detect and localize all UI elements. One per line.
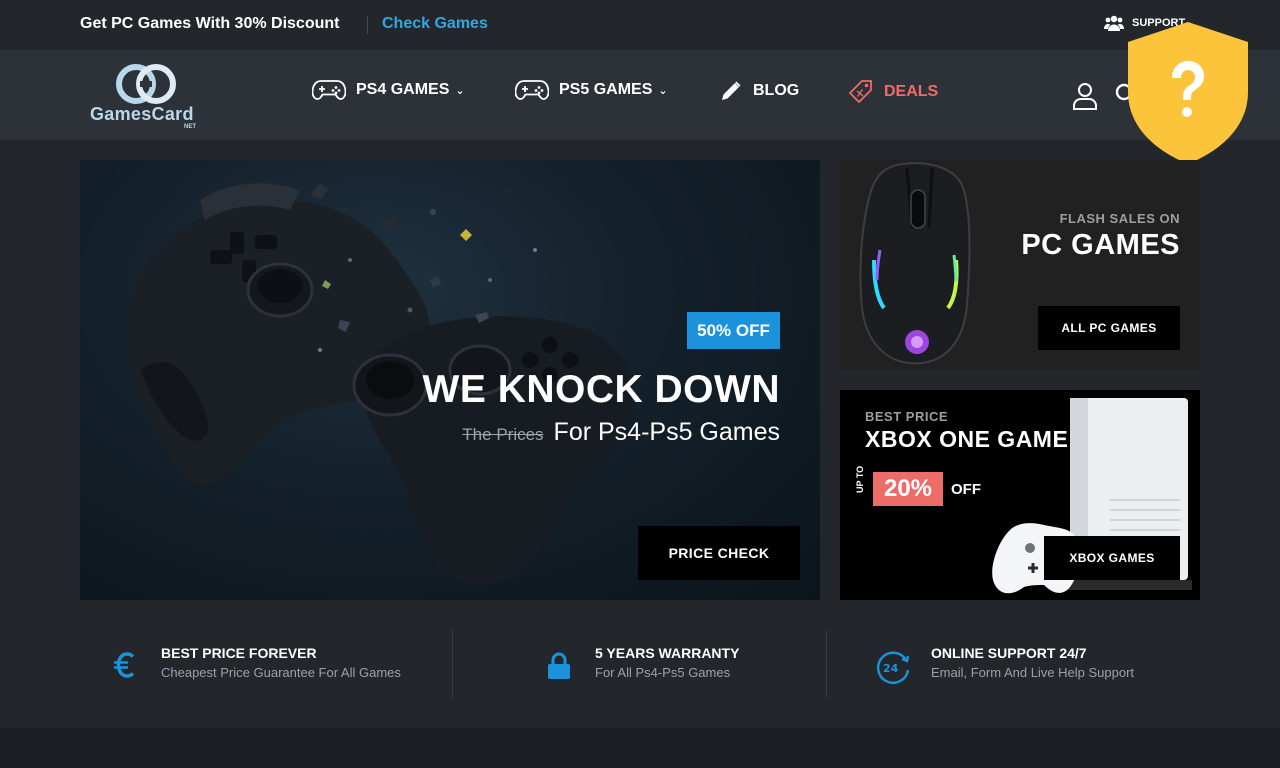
logo-text: GamesCard [90,104,194,124]
feature-title: ONLINE SUPPORT 24/7 [931,645,1087,661]
xbox-title: XBOX ONE GAME [865,426,1069,452]
best-price-label: BEST PRICE [865,409,949,424]
logo-mark-icon [116,64,176,104]
xbox-discount-percent: 20% [873,472,943,506]
nav-label: PS4 GAMES [356,81,450,98]
chevron-down-icon: ⌄ [658,84,668,97]
gamepad-icon [312,80,346,100]
nav-label: DEALS [884,83,939,100]
main-header: GamesCard NET PS4 GAMES ⌄ PS5 GAMES ⌄ BL… [0,50,1280,140]
footer-strip [0,728,1280,768]
price-check-button[interactable]: PRICE CHECK [638,526,800,580]
nav-ps4-games[interactable]: PS4 GAMES ⌄ [312,79,465,101]
promo-text: Get PC Games With 30% Discount [80,15,340,32]
pencil-icon [722,81,741,100]
hero-strike-text: The Prices [462,425,544,444]
feature-best-price: BEST PRICE FOREVER Cheapest Price Guaran… [80,630,452,698]
check-games-link[interactable]: Check Games [382,15,488,33]
discount-badge: 50% OFF [687,312,780,349]
nav-deals[interactable]: DEALS [848,79,938,105]
help-shield-icon[interactable] [1126,20,1250,166]
gaming-mouse-image [859,162,971,365]
gamepad-icon [515,80,549,100]
euro-icon [114,652,135,678]
nav-ps5-games[interactable]: PS5 GAMES ⌄ [515,79,668,101]
flash-sales-label: FLASH SALES ON [1059,211,1180,226]
tag-icon [848,80,872,104]
all-pc-games-button[interactable]: ALL PC GAMES [1038,306,1180,350]
site-logo[interactable]: GamesCard NET [88,64,208,130]
feature-desc: Email, Form And Live Help Support [931,665,1135,680]
logo-suffix: NET [184,124,196,130]
pc-games-banner[interactable]: FLASH SALES ON PC GAMES ALL PC GAMES [840,160,1200,370]
hero-subtitle-text: For Ps4-Ps5 Games [553,418,780,446]
feature-title: 5 YEARS WARRANTY [595,645,740,661]
features-strip: BEST PRICE FOREVER Cheapest Price Guaran… [80,630,1200,698]
hero-subtitle: The Prices For Ps4-Ps5 Games [462,418,780,447]
svg-text:24: 24 [883,662,899,675]
feature-desc: For All Ps4-Ps5 Games [595,665,731,680]
xbox-games-button[interactable]: XBOX GAMES [1044,536,1180,580]
support-24-icon: 24 [876,651,910,684]
xbox-banner[interactable]: BEST PRICE XBOX ONE GAME UP TO 20% OFF X… [840,390,1200,600]
top-bar: Get PC Games With 30% Discount Check Gam… [0,0,1280,50]
pc-games-title: PC GAMES [1021,229,1180,261]
chevron-down-icon: ⌄ [455,84,465,97]
hero-title: WE KNOCK DOWN [422,368,780,411]
up-to-label: UP TO [855,465,865,493]
user-icon[interactable] [1072,82,1098,110]
feature-support: 24 ONLINE SUPPORT 24/7 Email, Form And L… [827,630,1200,698]
feature-desc: Cheapest Price Guarantee For All Games [161,665,401,680]
users-icon [1104,15,1124,31]
feature-title: BEST PRICE FOREVER [161,645,317,661]
feature-warranty: 5 YEARS WARRANTY For All Ps4-Ps5 Games [453,630,826,698]
lock-icon [548,652,570,679]
nav-label: BLOG [753,82,800,99]
nav-label: PS5 GAMES [559,81,653,98]
promo-divider [367,16,368,34]
hero-banner[interactable]: 50% OFF WE KNOCK DOWN The Prices For Ps4… [80,160,820,600]
off-label: OFF [951,481,981,498]
nav-blog[interactable]: BLOG [719,79,799,103]
